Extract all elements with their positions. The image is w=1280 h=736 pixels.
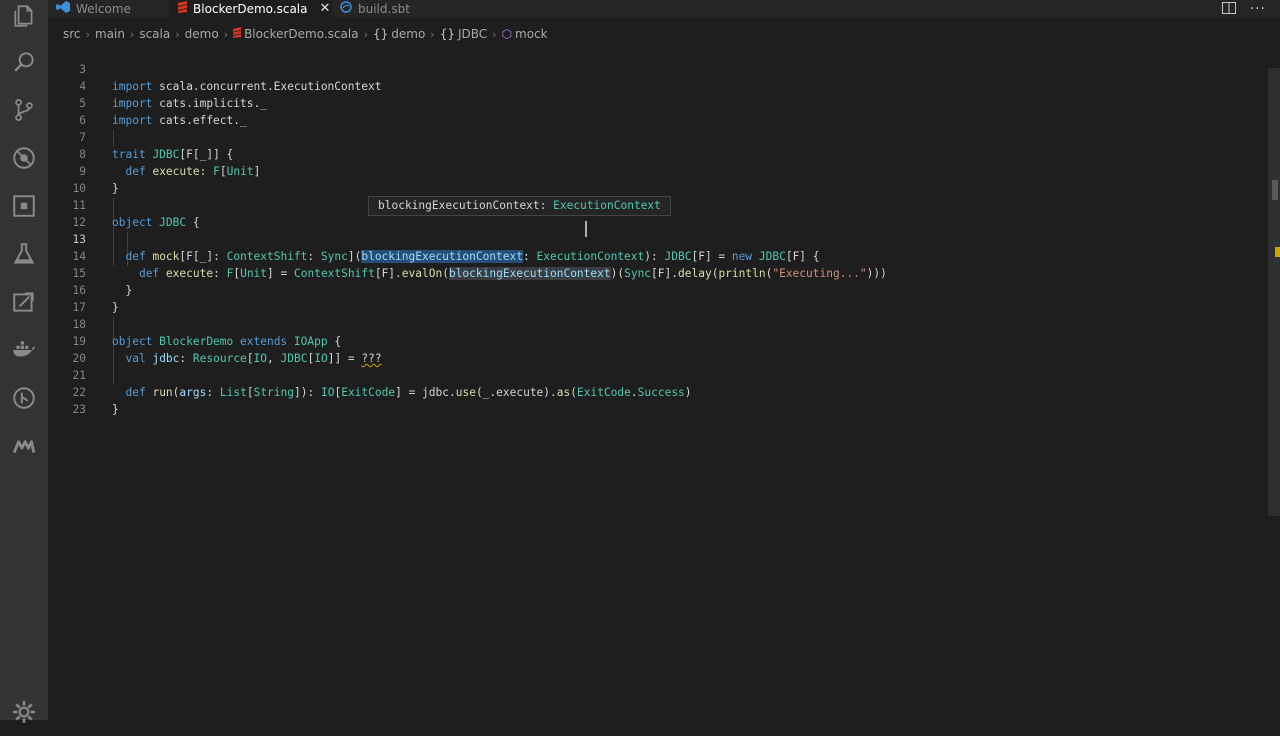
source-control-icon[interactable] [0,86,48,134]
code-line: 19 val jdbc: Resource[IO, JDBC[IO]] = ??… [48,316,1248,365]
hover-tooltip: blockingExecutionContext: ExecutionConte… [368,196,671,216]
code-line: 6 [48,95,1248,127]
breadcrumb-item[interactable]: src [63,27,81,41]
tab-blockerdemo-scala[interactable]: BlockerDemo.scala ✕ [170,0,332,17]
chevron-right-icon: › [363,27,368,41]
code-line: 22 } [48,367,1248,416]
breadcrumb-label: demo [184,27,219,41]
code-line: 4 import cats.implicits._ [48,61,1248,110]
breadcrumb-label: scala [139,27,171,41]
sbt-icon [340,1,352,16]
scala-icon [233,27,242,41]
chevron-right-icon: › [223,27,229,41]
split-editor-icon[interactable] [1221,0,1236,18]
breadcrumb-label: src [63,27,81,41]
test-flask-icon[interactable] [0,230,48,278]
code-line: 23 [48,384,1248,416]
breadcrumb-item[interactable]: {} JDBC [440,27,487,41]
breadcrumb-item[interactable]: BlockerDemo.scala [233,27,359,41]
breadcrumb-item[interactable]: demo [185,27,219,41]
breadcrumb-item[interactable]: main [95,27,125,41]
namespace-icon: {} [439,27,455,41]
overview-ruler-warning [1275,247,1280,257]
method-icon: ⬡ [501,27,513,41]
scala-icon [178,1,187,16]
settings-gear-icon[interactable] [0,688,48,736]
tab-bar: Welcome BlockerDemo.scala ✕ build.sbt ··… [48,0,1280,17]
code-line: 8 def execute: F[Unit] [48,129,1248,178]
breadcrumb-label: demo [391,27,426,41]
activity-bar [0,0,48,723]
extensions-icon[interactable] [0,182,48,230]
code-line: 16 } [48,265,1248,314]
breadcrumb: src › main › scala › demo › BlockerDemo.… [48,24,1280,44]
breadcrumb-label: main [94,27,125,41]
debug-icon[interactable] [0,134,48,182]
code-line: 21 def run(args: List[String]): IO[ExitC… [48,350,1248,399]
vscode-icon [56,1,70,16]
more-actions-icon[interactable]: ··· [1250,1,1266,17]
text-cursor [585,221,587,237]
code-line: 7 trait JDBC[F[_]] { [48,112,1248,161]
code-line: 17 [48,282,1248,314]
breadcrumb-label: JDBC [457,27,488,41]
code-line: 3 import scala.concurrent.ExecutionConte… [48,44,1248,93]
namespace-icon: {} [372,27,389,41]
code-line: 11 object JDBC { [48,180,1248,229]
chevron-right-icon: › [85,27,90,41]
tab-label: build.sbt [358,1,410,16]
code-line: 15 } [48,248,1248,297]
chevron-right-icon: › [129,27,135,41]
tab-label: Welcome [76,1,131,16]
chevron-right-icon: › [492,27,497,41]
code-line: 14 def execute: F[Unit] = ContextShift[F… [48,231,1248,280]
line-number: 23 [72,403,86,416]
tab-welcome[interactable]: Welcome [56,0,166,17]
breadcrumb-item[interactable]: ⬡ mock [502,27,548,41]
chevron-right-icon: › [430,27,435,41]
close-icon[interactable]: ✕ [320,1,331,16]
code-text: } [112,403,119,416]
metals-icon[interactable] [0,422,48,470]
code-line: 20 [48,333,1248,365]
code-line: 5 import cats.effect._ [48,78,1248,127]
tab-label: BlockerDemo.scala [193,1,308,16]
breadcrumb-label: mock [515,27,548,41]
hover-param-type: ExecutionContext [553,199,661,212]
code-line: 18 object BlockerDemo extends IOApp { [48,299,1248,348]
tab-build-sbt[interactable]: build.sbt [340,0,460,17]
search-icon[interactable] [0,38,48,86]
code-line-current: 13 def mock[F[_]: ContextShift: Sync](bl… [48,214,1248,263]
remote-explorer-icon[interactable] [0,278,48,326]
editor-actions: ··· [1221,0,1280,18]
breadcrumb-item[interactable]: {} demo [373,27,425,41]
code-editor[interactable]: 3 import scala.concurrent.ExecutionConte… [48,44,1268,720]
code-line: 9 } [48,146,1248,195]
explorer-icon[interactable] [0,0,48,40]
chevron-right-icon: › [175,27,180,41]
code-line: 10 [48,163,1248,195]
breadcrumb-item[interactable]: scala [139,27,170,41]
breadcrumb-label: BlockerDemo.scala [244,27,359,41]
overview-ruler-cursor [1272,180,1278,200]
docker-icon[interactable] [0,326,48,374]
hover-param-name: blockingExecutionContext: [378,199,547,212]
vertical-scrollbar[interactable] [1268,68,1280,516]
gitlens-icon[interactable] [0,374,48,422]
